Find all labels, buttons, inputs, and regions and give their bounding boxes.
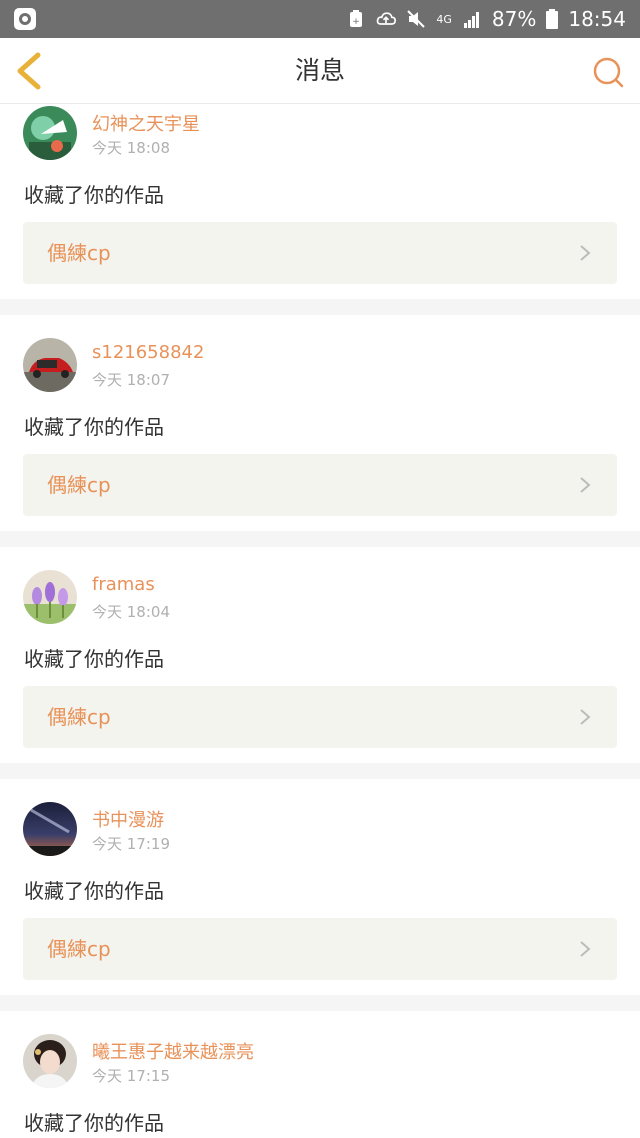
chevron-right-icon [580, 245, 591, 261]
cloud-upload-icon [377, 12, 397, 25]
action-text: 收藏了你的作品 [24, 183, 164, 207]
work-title: 偶練cp [47, 473, 111, 497]
work-title: 偶練cp [47, 705, 111, 729]
message-card: framas 今天 18:04 收藏了你的作品 偶練cp [0, 547, 640, 763]
avatar[interactable] [23, 1034, 77, 1088]
user-name[interactable]: s121658842 [92, 342, 204, 363]
work-link[interactable]: 偶練cp [23, 918, 617, 980]
user-name[interactable]: 书中漫游 [92, 806, 164, 832]
timestamp: 今天 18:08 [92, 139, 170, 157]
battery-saver-icon: + [350, 10, 363, 27]
search-icon[interactable] [588, 52, 628, 92]
timestamp: 今天 17:15 [92, 1067, 170, 1085]
work-title: 偶練cp [47, 937, 111, 961]
user-name[interactable]: 幻神之天宇星 [92, 110, 200, 136]
status-bar: + 4G 87% 18:54 [0, 0, 640, 38]
mute-icon [407, 10, 426, 28]
svg-text:+: + [353, 17, 361, 27]
page-title: 消息 [294, 56, 345, 85]
user-name[interactable]: framas [92, 574, 155, 595]
battery-icon [546, 9, 559, 29]
chevron-right-icon [580, 709, 591, 725]
chevron-right-icon [580, 941, 591, 957]
timestamp: 今天 18:04 [92, 603, 170, 621]
avatar[interactable] [23, 338, 77, 392]
avatar[interactable] [23, 570, 77, 624]
work-link[interactable]: 偶練cp [23, 686, 617, 748]
avatar[interactable] [23, 802, 77, 856]
message-card: 曦王惠子越来越漂亮 今天 17:15 收藏了你的作品 [0, 1011, 640, 1138]
work-link[interactable]: 偶練cp [23, 454, 617, 516]
work-title: 偶練cp [47, 241, 111, 265]
signal-icon [463, 12, 479, 28]
action-text: 收藏了你的作品 [24, 1111, 164, 1135]
network-4g-icon: 4G [436, 12, 452, 26]
clock: 18:54 [568, 7, 626, 31]
nav-bar: 消息 [0, 38, 640, 104]
message-list[interactable]: 幻神之天宇星 今天 18:08 收藏了你的作品 偶練cp s121658842 … [0, 104, 640, 1138]
message-card: s121658842 今天 18:07 收藏了你的作品 偶練cp [0, 315, 640, 531]
message-card: 书中漫游 今天 17:19 收藏了你的作品 偶練cp [0, 779, 640, 995]
avatar[interactable] [23, 106, 77, 160]
battery-percent: 87% [491, 7, 537, 31]
app-icon [14, 8, 36, 30]
user-name[interactable]: 曦王惠子越来越漂亮 [92, 1038, 254, 1064]
action-text: 收藏了你的作品 [24, 879, 164, 903]
action-text: 收藏了你的作品 [24, 647, 164, 671]
chevron-right-icon [580, 477, 591, 493]
action-text: 收藏了你的作品 [24, 415, 164, 439]
message-card: 幻神之天宇星 今天 18:08 收藏了你的作品 偶練cp [0, 104, 640, 299]
work-link[interactable]: 偶練cp [23, 222, 617, 284]
timestamp: 今天 18:07 [92, 371, 170, 389]
timestamp: 今天 17:19 [92, 835, 170, 853]
